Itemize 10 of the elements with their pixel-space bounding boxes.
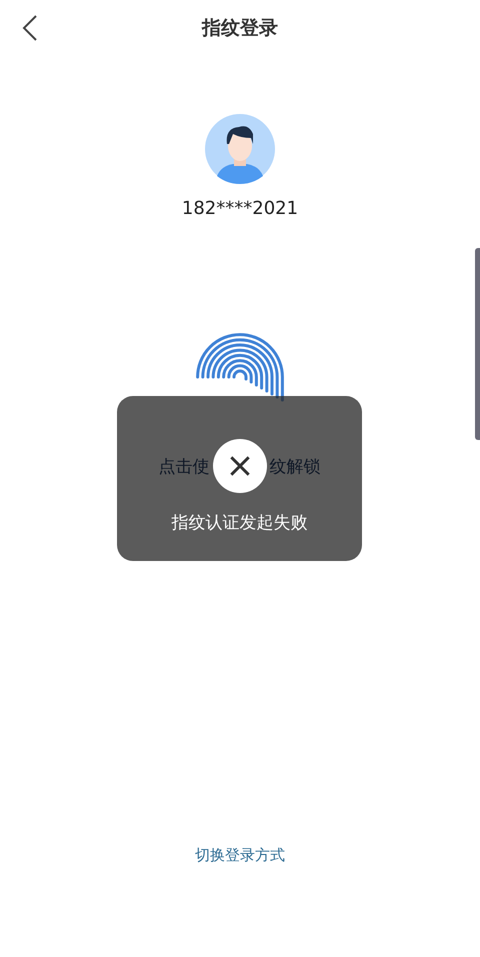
avatar-icon [205, 114, 275, 184]
back-icon [22, 15, 38, 41]
fingerprint-hint: 点击使 [158, 456, 210, 478]
toast-message: 指纹认证发起失败 [172, 512, 308, 534]
phone-number: 182****2021 [182, 198, 298, 219]
close-icon [212, 439, 266, 493]
switch-login-link[interactable]: 切换登录方式 [195, 846, 285, 865]
side-handle[interactable] [475, 248, 480, 440]
fingerprint-hint: 纹解锁 [270, 456, 320, 478]
page-title: 指纹登录 [202, 16, 278, 41]
